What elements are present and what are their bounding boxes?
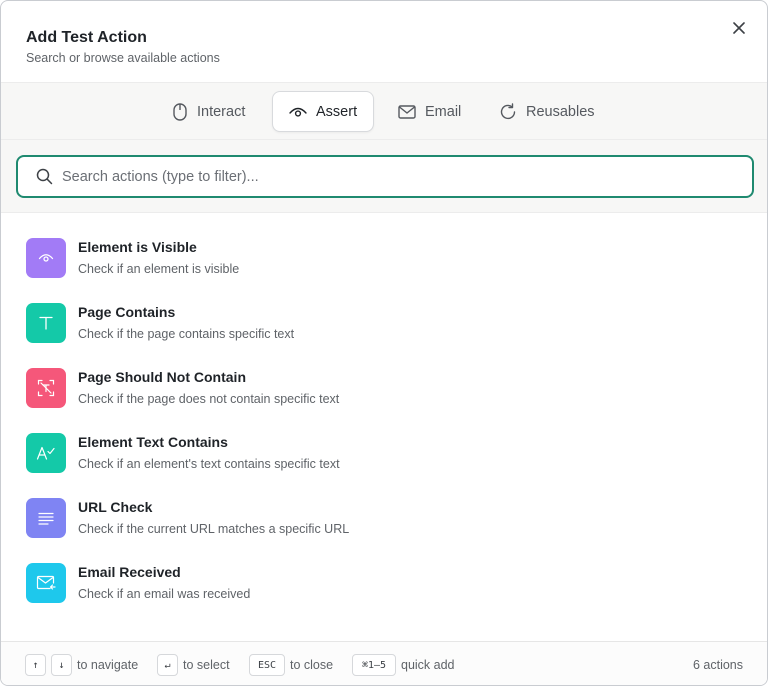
add-test-action-dialog: Add Test Action Search or browse availab… [0, 0, 768, 686]
action-icon-tile [26, 563, 66, 603]
mail-icon [398, 104, 416, 119]
hint-navigate: to navigate [77, 658, 139, 672]
hint-select: to select [183, 658, 230, 672]
action-title: Page Contains [78, 304, 176, 320]
action-icon-tile [26, 368, 66, 408]
refresh-icon [500, 102, 516, 119]
action-email-received[interactable]: Email Received Check if an email was rec… [1, 539, 767, 604]
action-description: Check if an element's text contains spec… [78, 457, 340, 471]
mail-in-icon [36, 575, 56, 590]
kbd-up: ↑ [25, 654, 46, 676]
eye-icon [38, 254, 54, 262]
action-description: Check if the current URL matches a speci… [78, 522, 350, 536]
text-icon [39, 316, 53, 330]
action-page-should-not-contain[interactable]: Page Should Not Contain Check if the pag… [1, 344, 767, 409]
dialog-title: Add Test Action [26, 29, 147, 46]
tab-label: Reusables [526, 103, 595, 120]
hint-quick-add: quick add [401, 658, 455, 672]
action-icon-tile [26, 433, 66, 473]
tab-email[interactable]: Email [382, 91, 477, 132]
action-title: Element is Visible [78, 239, 197, 255]
eye-icon [289, 107, 307, 117]
search-input[interactable] [62, 157, 742, 196]
close-icon [733, 22, 745, 34]
mouse-icon [173, 102, 187, 121]
keyboard-hints-footer: ↑ ↓ to navigate ↵ to select ESC to close… [1, 641, 767, 685]
action-title: Element Text Contains [78, 434, 228, 450]
kbd-enter: ↵ [157, 654, 178, 676]
search-icon [36, 168, 53, 185]
kbd-quick-add: ⌘1–5 [352, 654, 396, 676]
action-url-check[interactable]: URL Check Check if the current URL match… [1, 474, 767, 539]
text-off-icon [37, 379, 55, 397]
action-description: Check if the page does not contain speci… [78, 392, 340, 406]
kbd-esc: ESC [249, 654, 285, 676]
tab-assert[interactable]: Assert [272, 91, 375, 132]
dialog-subtitle: Search or browse available actions [26, 51, 220, 65]
action-element-text-contains[interactable]: Element Text Contains Check if an elemen… [1, 409, 767, 474]
action-icon-tile [26, 498, 66, 538]
category-tabs: Interact Assert Email Reusables [1, 83, 767, 140]
search-box [16, 155, 754, 198]
action-icon-tile [26, 238, 66, 278]
lines-icon [38, 512, 54, 525]
search-section [1, 140, 767, 213]
action-title: Email Received [78, 564, 181, 580]
action-icon-tile [26, 303, 66, 343]
tab-label: Interact [197, 103, 246, 120]
kbd-down: ↓ [51, 654, 72, 676]
action-description: Check if the page contains specific text [78, 327, 295, 341]
hint-close: to close [290, 658, 334, 672]
tab-label: Assert [316, 103, 358, 120]
action-description: Check if an email was received [78, 587, 251, 601]
dialog-header: Add Test Action Search or browse availab… [1, 1, 767, 83]
text-check-icon [36, 446, 55, 460]
tab-interact[interactable]: Interact [156, 91, 261, 132]
action-count: 6 actions [692, 658, 743, 672]
action-page-contains[interactable]: Page Contains Check if the page contains… [1, 279, 767, 344]
tab-reusables[interactable]: Reusables [483, 91, 611, 132]
action-element-is-visible[interactable]: Element is Visible Check if an element i… [1, 214, 767, 279]
action-description: Check if an element is visible [78, 262, 240, 276]
close-button[interactable] [729, 18, 749, 38]
action-title: URL Check [78, 499, 153, 515]
tab-label: Email [425, 103, 462, 120]
action-title: Page Should Not Contain [78, 369, 246, 385]
